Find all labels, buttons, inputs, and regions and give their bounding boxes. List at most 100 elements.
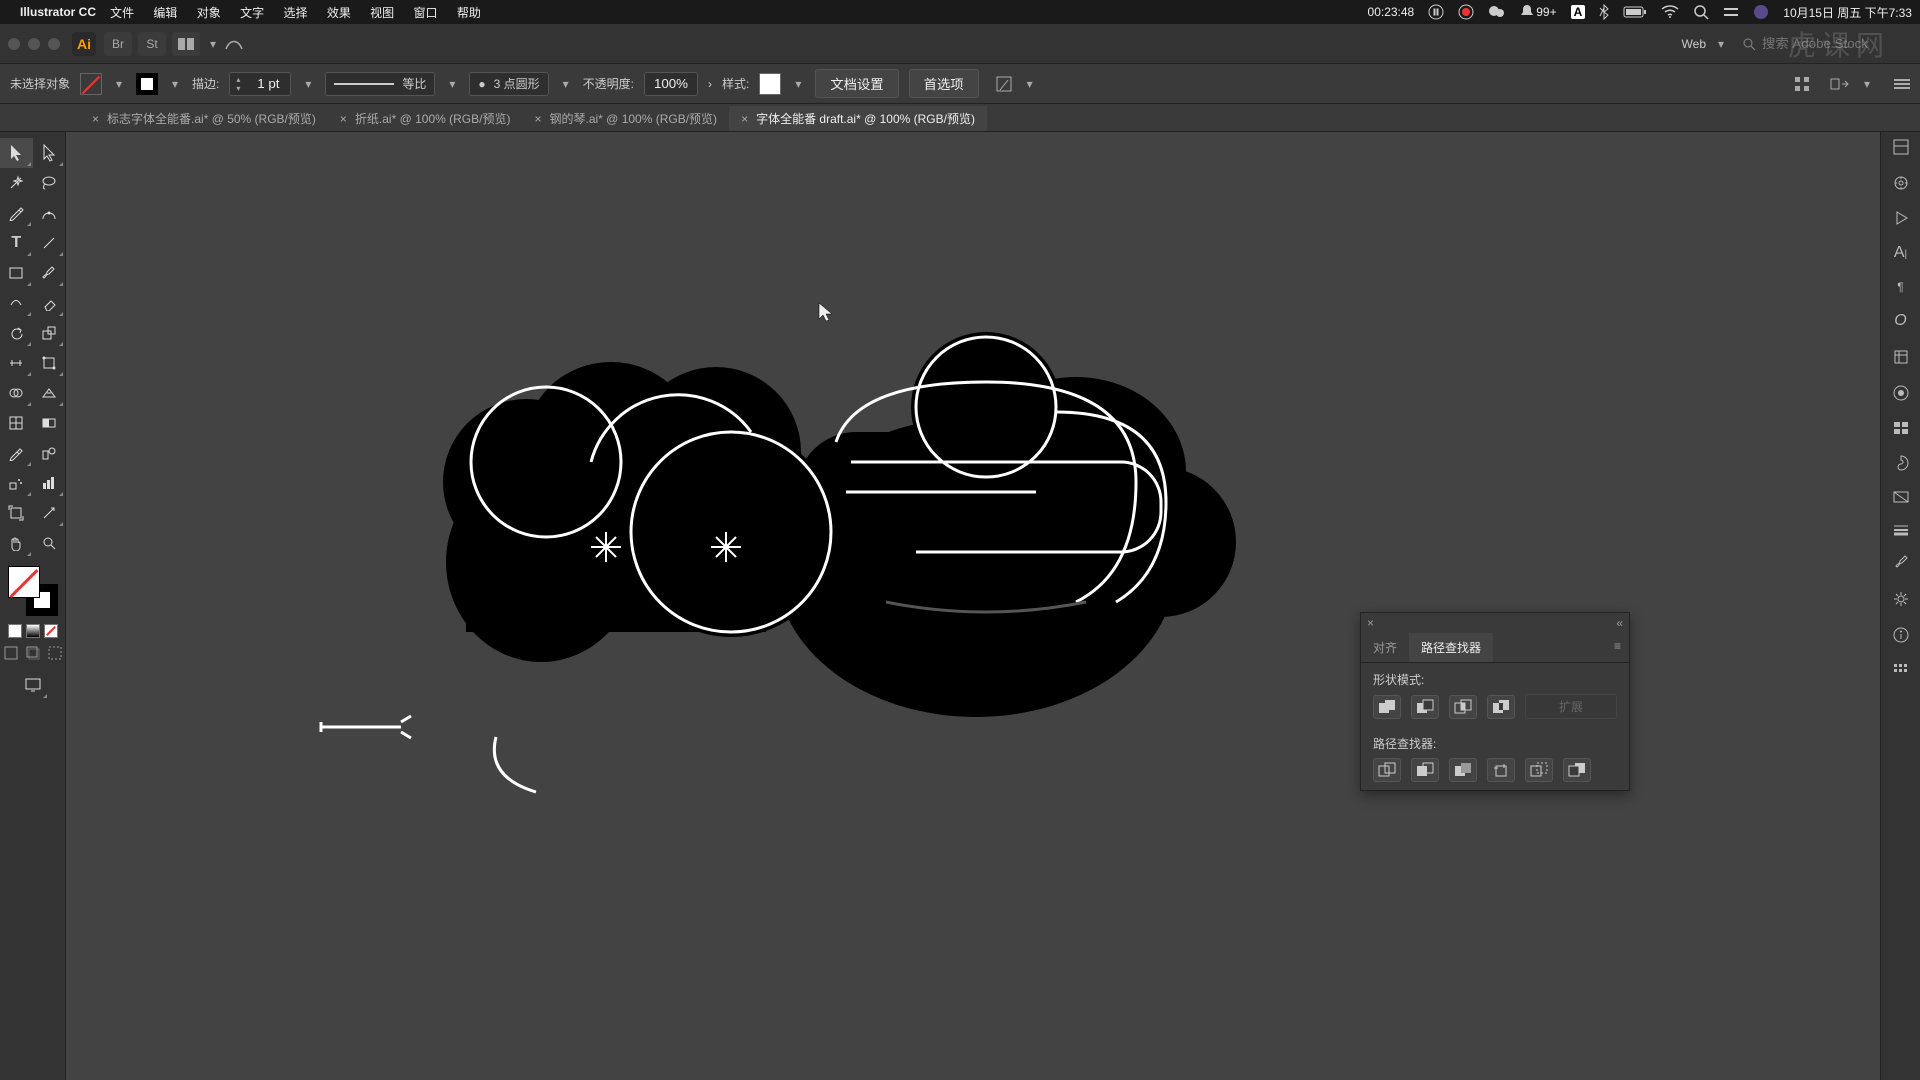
transform-panel-icon[interactable] <box>1892 348 1910 366</box>
draw-inside-icon[interactable] <box>46 644 64 662</box>
info-panel-icon[interactable] <box>1892 626 1910 644</box>
eyedropper-tool[interactable] <box>0 438 33 468</box>
align-to-dropdown[interactable]: ▾ <box>1023 77 1037 91</box>
rotate-tool[interactable] <box>0 318 33 348</box>
zoom-tool[interactable] <box>33 528 66 558</box>
document-tab[interactable]: ×折纸.ai* @ 100% (RGB/预览) <box>328 106 523 131</box>
menu-object[interactable]: 对象 <box>197 6 221 20</box>
transform-panel-icon[interactable] <box>1794 76 1810 92</box>
stroke-panel-icon[interactable] <box>1892 522 1910 536</box>
selection-tool[interactable] <box>0 138 33 168</box>
gradient-tool[interactable] <box>33 408 66 438</box>
clock-text[interactable]: 10月15日 周五 下午7:33 <box>1783 4 1912 21</box>
panel-menu-icon[interactable]: ≡ <box>1606 633 1629 662</box>
control-center-icon[interactable] <box>1723 6 1739 18</box>
color-panel-icon[interactable] <box>1892 454 1910 472</box>
column-graph-tool[interactable] <box>33 468 66 498</box>
type-tool[interactable]: T <box>0 228 33 258</box>
brushes-panel-icon[interactable] <box>1892 554 1910 572</box>
menu-file[interactable]: 文件 <box>110 6 134 20</box>
perspective-grid-tool[interactable] <box>33 378 66 408</box>
paragraph-panel-icon[interactable]: ¶ <box>1897 280 1903 294</box>
eraser-tool[interactable] <box>33 288 66 318</box>
artboards-panel-icon[interactable] <box>1892 420 1910 436</box>
menu-effect[interactable]: 效果 <box>327 6 351 20</box>
search-input[interactable] <box>1762 36 1912 51</box>
draw-normal-icon[interactable] <box>2 644 20 662</box>
graphic-style-swatch[interactable] <box>759 73 781 95</box>
siri-icon[interactable] <box>1753 4 1769 20</box>
rectangle-tool[interactable] <box>0 258 33 288</box>
app-name[interactable]: Illustrator CC <box>20 5 96 19</box>
close-icon[interactable]: × <box>1367 616 1374 630</box>
menu-edit[interactable]: 编辑 <box>153 6 177 20</box>
opentype-panel-icon[interactable]: O <box>1894 312 1906 330</box>
gradient-mode-icon[interactable] <box>26 624 40 638</box>
bluetooth-icon[interactable] <box>1599 4 1609 20</box>
panel-menu-icon[interactable] <box>1894 78 1910 90</box>
scale-tool[interactable] <box>33 318 66 348</box>
graphic-style-dropdown[interactable]: ▾ <box>791 77 805 91</box>
document-tab[interactable]: ×钢的琴.ai* @ 100% (RGB/预览) <box>522 106 729 131</box>
stroke-weight-input[interactable] <box>246 76 290 91</box>
menu-view[interactable]: 视图 <box>370 6 394 20</box>
actions-panel-icon[interactable] <box>1894 210 1908 226</box>
none-mode-icon[interactable] <box>44 624 58 638</box>
preferences-button[interactable]: 首选项 <box>909 69 979 98</box>
document-profile-dropdown[interactable]: ▾ <box>1714 37 1728 51</box>
document-setup-button[interactable]: 文档设置 <box>815 69 898 98</box>
hand-tool[interactable] <box>0 528 33 558</box>
symbols-panel-icon[interactable] <box>1892 590 1910 608</box>
battery-icon[interactable] <box>1623 6 1647 18</box>
align-panel-icon[interactable] <box>1892 662 1910 678</box>
window-controls[interactable] <box>8 38 60 50</box>
bridge-icon[interactable]: Br <box>104 32 132 56</box>
lasso-tool[interactable] <box>33 168 66 198</box>
record-icon[interactable] <box>1458 4 1474 20</box>
minus-front-button[interactable] <box>1411 695 1439 719</box>
unite-button[interactable] <box>1373 695 1401 719</box>
opacity-popup-icon[interactable]: › <box>708 77 712 91</box>
stroke-dropdown[interactable]: ▾ <box>168 77 182 91</box>
blend-tool[interactable] <box>33 438 66 468</box>
libraries-panel-icon[interactable] <box>1892 174 1910 192</box>
paintbrush-tool[interactable] <box>33 258 66 288</box>
arrange-documents-dropdown[interactable]: ▾ <box>206 37 220 51</box>
shape-builder-tool[interactable] <box>0 378 33 408</box>
outline-button[interactable] <box>1525 758 1553 782</box>
menu-help[interactable]: 帮助 <box>457 6 481 20</box>
direct-selection-tool[interactable] <box>33 138 66 168</box>
crop-button[interactable] <box>1487 758 1515 782</box>
pause-icon[interactable] <box>1428 4 1444 20</box>
stock-icon[interactable]: St <box>138 32 166 56</box>
menu-select[interactable]: 选择 <box>283 6 307 20</box>
appearance-panel-icon[interactable] <box>1892 384 1910 402</box>
document-tab[interactable]: ×字体全能番 draft.ai* @ 100% (RGB/预览) <box>729 106 987 131</box>
trim-button[interactable] <box>1411 758 1439 782</box>
divide-button[interactable] <box>1373 758 1401 782</box>
symbol-sprayer-tool[interactable] <box>0 468 33 498</box>
close-icon[interactable]: × <box>92 112 99 126</box>
slice-tool[interactable] <box>33 498 66 528</box>
magic-wand-tool[interactable] <box>0 168 33 198</box>
wechat-icon[interactable] <box>1488 4 1506 20</box>
draw-behind-icon[interactable] <box>24 644 42 662</box>
notification-icon[interactable]: 99+ <box>1520 4 1556 20</box>
search-icon[interactable] <box>1742 37 1756 51</box>
mesh-tool[interactable] <box>0 408 33 438</box>
menu-type[interactable]: 文字 <box>240 6 264 20</box>
close-icon[interactable]: × <box>534 112 541 126</box>
canvas[interactable]: × « 对齐 路径查找器 ≡ 形状模式: 扩展 路径查找器: <box>66 132 1880 1080</box>
line-tool[interactable] <box>33 228 66 258</box>
pen-tool[interactable] <box>0 198 33 228</box>
brush-dropdown[interactable]: ▾ <box>559 77 573 91</box>
fill-stroke-indicator[interactable] <box>8 566 58 616</box>
pathfinder-panel[interactable]: × « 对齐 路径查找器 ≡ 形状模式: 扩展 路径查找器: <box>1360 612 1630 791</box>
wifi-icon[interactable] <box>1661 5 1679 19</box>
merge-button[interactable] <box>1449 758 1477 782</box>
profile-dropdown[interactable]: ▾ <box>445 77 459 91</box>
tab-align[interactable]: 对齐 <box>1361 633 1409 662</box>
shaper-tool[interactable] <box>0 288 33 318</box>
intersect-button[interactable] <box>1449 695 1477 719</box>
curvature-tool[interactable] <box>33 198 66 228</box>
